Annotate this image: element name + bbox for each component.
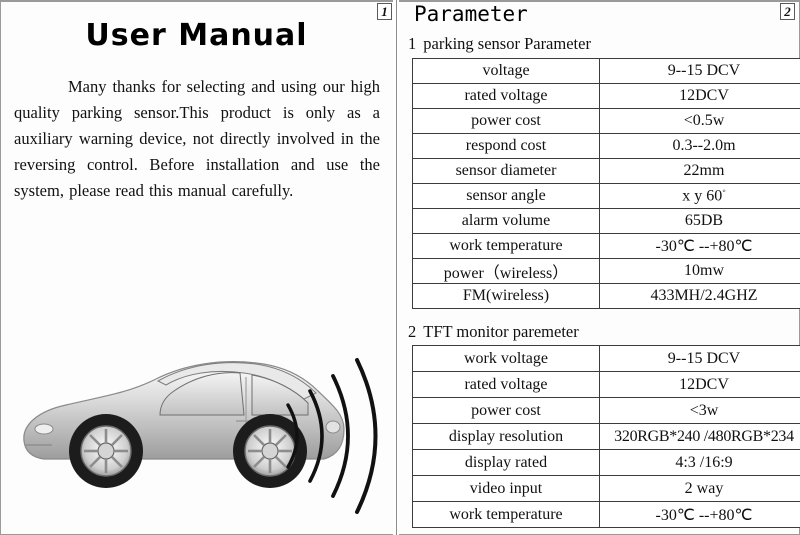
table-row: respond cost 0.3--2.0m — [412, 133, 800, 159]
table-row: voltage 9--15 DCV — [412, 58, 800, 84]
car-reversing-sensor-illustration — [8, 333, 388, 518]
section-heading-parking-sensor: 1 parking sensor Parameter — [408, 34, 591, 54]
table-row: FM(wireless) 433MH/2.4GHZ — [412, 283, 800, 309]
spec-value: 12DCV — [599, 371, 800, 398]
spec-label: voltage — [412, 58, 600, 84]
spec-value: 10mw — [599, 258, 800, 284]
page-gutter-divider — [396, 0, 397, 535]
table-row: display resolution 320RGB*240 /480RGB*23… — [412, 423, 800, 450]
table-row: work temperature -30℃ --+80℃ — [412, 233, 800, 259]
spec-label: FM(wireless) — [412, 283, 600, 309]
spec-value-text: x y 60 — [682, 187, 723, 205]
spec-label: alarm volume — [412, 208, 600, 234]
spec-label: work temperature — [412, 233, 600, 259]
headlight — [34, 423, 54, 435]
spec-value: 4:3 /16:9 — [599, 449, 800, 476]
page-number-left: 1 — [377, 3, 392, 20]
page-number-right: 2 — [780, 3, 795, 20]
spec-label: work temperature — [412, 501, 600, 528]
table-row: power cost <0.5w — [412, 108, 800, 134]
spec-label: work voltage — [412, 345, 600, 372]
parameter-heading: Parameter — [414, 2, 528, 26]
spec-value: <3w — [599, 397, 800, 424]
spec-value: 433MH/2.4GHZ — [599, 283, 800, 309]
table-row: power（wireless） 10mw — [412, 258, 800, 284]
table-row: rated voltage 12DCV — [412, 83, 800, 109]
spec-value: x y 60◦ — [599, 183, 800, 209]
parking-sensor-spec-table: voltage 9--15 DCV rated voltage 12DCV po… — [412, 58, 800, 309]
spec-label: display rated — [412, 449, 600, 476]
spec-label: power（wireless） — [412, 258, 600, 284]
spec-label: power cost — [412, 397, 600, 424]
spec-value: 0.3--2.0m — [599, 133, 800, 159]
table-row: work temperature -30℃ --+80℃ — [412, 501, 800, 528]
section-label: parking sensor Parameter — [423, 34, 591, 53]
spec-value: <0.5w — [599, 108, 800, 134]
intro-paragraph: Many thanks for selecting and using our … — [14, 77, 380, 200]
spec-value: 9--15 DCV — [599, 345, 800, 372]
spec-value: 2 way — [599, 475, 800, 502]
spec-label: rated voltage — [412, 371, 600, 398]
spec-value: 320RGB*240 /480RGB*234 — [599, 423, 800, 450]
table-row: display rated 4:3 /16:9 — [412, 449, 800, 476]
spec-label: sensor angle — [412, 183, 600, 209]
spec-label: respond cost — [412, 133, 600, 159]
table-row: sensor angle x y 60◦ — [412, 183, 800, 209]
sonar-arc-4 — [355, 358, 378, 514]
spec-label: video input — [412, 475, 600, 502]
spec-label: display resolution — [412, 423, 600, 450]
spec-label: sensor diameter — [412, 158, 600, 184]
section-number: 2 — [408, 322, 417, 341]
spec-value: -30℃ --+80℃ — [599, 501, 800, 528]
spec-value: 9--15 DCV — [599, 58, 800, 84]
spec-value: 22mm — [599, 158, 800, 184]
spec-label: rated voltage — [412, 83, 600, 109]
table-row: rated voltage 12DCV — [412, 371, 800, 398]
section-heading-tft-monitor: 2 TFT monitor paremeter — [408, 322, 579, 342]
spec-value: -30℃ --+80℃ — [599, 233, 800, 259]
table-row: sensor diameter 22mm — [412, 158, 800, 184]
table-row: work voltage 9--15 DCV — [412, 345, 800, 372]
degree-symbol: ◦ — [722, 186, 726, 198]
page-title: User Manual — [85, 18, 308, 53]
table-row: power cost <3w — [412, 397, 800, 424]
spec-label: power cost — [412, 108, 600, 134]
spec-value: 12DCV — [599, 83, 800, 109]
front-wheel — [69, 414, 143, 488]
tft-monitor-spec-table: work voltage 9--15 DCV rated voltage 12D… — [412, 345, 800, 528]
section-label: TFT monitor paremeter — [423, 322, 579, 341]
manual-spread: User Manual Many thanks for selecting an… — [0, 0, 800, 535]
spec-value: 65DB — [599, 208, 800, 234]
table-row: alarm volume 65DB — [412, 208, 800, 234]
section-number: 1 — [408, 34, 417, 53]
table-row: video input 2 way — [412, 475, 800, 502]
taillight — [325, 420, 341, 434]
